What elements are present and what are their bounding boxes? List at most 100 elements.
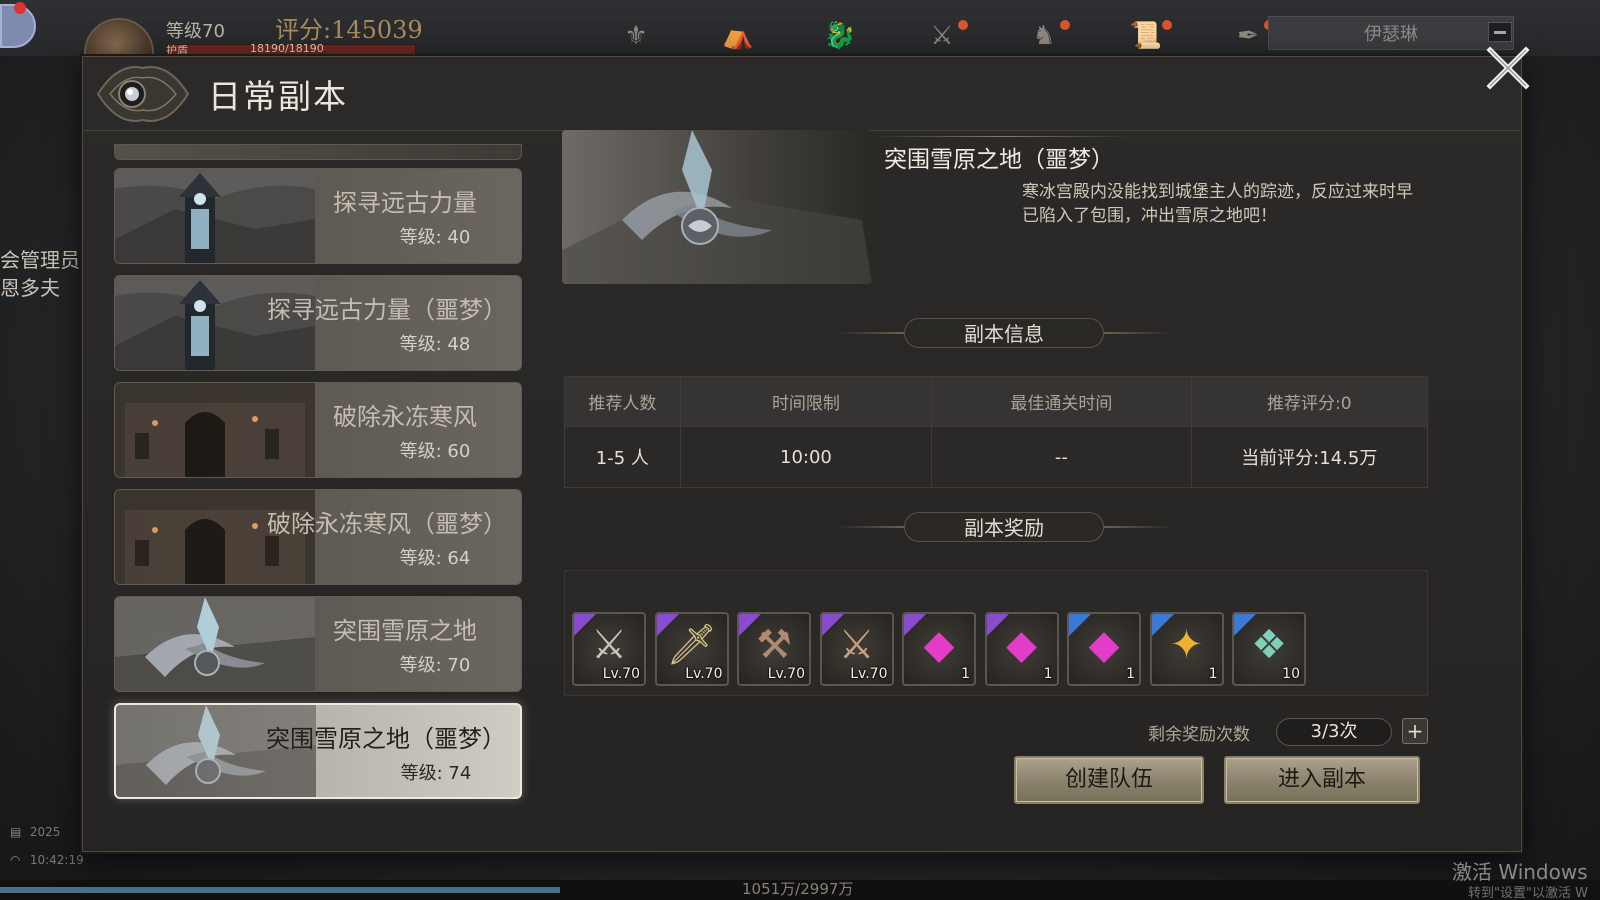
reward-item[interactable]: 🗡 Lv.70	[654, 612, 729, 686]
dungeon-description: 寒冰宫殿内没能找到城堡主人的踪迹，反应过来时早已陷入了包围，冲出雪原之地吧！	[1022, 182, 1413, 226]
dungeon-item-level: 等级: 48	[399, 334, 471, 355]
dungeon-item-name: 破除永冻寒风（噩梦）	[267, 510, 507, 538]
system-info: ▤ 2025 ◠ 10:42:19	[10, 818, 84, 874]
purple-chest-icon: ◆	[1088, 622, 1120, 668]
remaining-rewards-label: 剩余奖励次数	[1148, 725, 1250, 745]
section-ornament-left	[836, 332, 906, 334]
gold-ore-icon: ✦	[1169, 622, 1204, 668]
reward-badge: Lv.70	[767, 666, 805, 682]
reward-item[interactable]: ◆ 1	[902, 612, 976, 686]
header-time-limit: 时间限制	[681, 377, 933, 426]
treasure-chest-icon-glyph: ⚜	[624, 21, 648, 51]
helmet-icon[interactable]: ⚔	[914, 18, 970, 54]
player-name: 伊瑟琳	[1364, 24, 1418, 45]
dungeon-thumbnail	[115, 169, 315, 263]
dungeon-item[interactable]: 破除永冻寒风（噩梦） 等级: 64	[114, 489, 522, 585]
list-item-partial	[114, 144, 522, 160]
reward-badge: 1	[1126, 666, 1135, 682]
treasure-chest-icon[interactable]: ⚜	[608, 18, 664, 54]
purple-chest-icon: ◆	[1006, 622, 1037, 668]
value-party-size: 1-5 人	[565, 427, 681, 487]
reward-item[interactable]: ◆ 1	[984, 612, 1059, 686]
header-recommended-score: 推荐评分:0	[1267, 394, 1352, 414]
notification-dot	[14, 2, 26, 14]
dungeon-item[interactable]: 探寻远古力量 等级: 40	[114, 168, 522, 264]
dungeon-item[interactable]: 突围雪原之地（噩梦） 等级: 74	[114, 703, 522, 799]
reward-badge: 1	[1043, 666, 1053, 682]
dungeon-item-level: 等级: 40	[399, 227, 471, 248]
player-score: 评分:145039	[275, 16, 423, 44]
blade-weapon-icon: ⚔	[838, 622, 875, 668]
reward-section-label: 副本奖励	[904, 512, 1104, 542]
helmet-icon-glyph: ⚔	[930, 21, 954, 51]
dungeon-item-level: 等级: 74	[400, 763, 472, 784]
exp-bar-fill	[0, 887, 560, 893]
reward-item[interactable]: ❖ 10	[1232, 612, 1306, 686]
reward-item[interactable]: ⚔ Lv.70	[572, 612, 646, 686]
reward-item[interactable]: ⚔ Lv.70	[819, 612, 894, 686]
create-team-button[interactable]: 创建队伍	[1014, 756, 1204, 804]
reward-badge: 10	[1282, 666, 1300, 682]
close-icon[interactable]	[1484, 44, 1532, 92]
wifi-icon: ◠	[10, 853, 21, 867]
dungeon-item-name: 突围雪原之地	[333, 617, 477, 645]
title-ornament	[872, 136, 1132, 137]
tent-icon[interactable]: ⛺	[710, 18, 766, 54]
crystal-shard-icon: ❖	[1251, 622, 1287, 668]
scroll-icon[interactable]: 📜	[1118, 18, 1174, 54]
dungeon-item-level: 等级: 64	[399, 548, 471, 569]
scroll-icon-glyph: 📜	[1129, 21, 1163, 51]
shield-value: 18190/18190	[250, 42, 324, 55]
dungeon-item-name: 探寻远古力量（噩梦）	[267, 296, 507, 324]
tent-icon-glyph: ⛺	[721, 21, 755, 51]
dungeon-banner-image	[562, 130, 872, 284]
section-ornament-left	[836, 526, 906, 528]
system-date: 2025	[29, 825, 61, 839]
beast-icon[interactable]: ♞	[1016, 18, 1072, 54]
dragon-icon[interactable]: 🐉	[812, 18, 868, 54]
quill-icon-glyph: ✒	[1237, 21, 1259, 51]
purple-chest-icon: ◆	[923, 622, 955, 668]
dungeon-title: 突围雪原之地（噩梦）	[884, 147, 1114, 173]
notification-dot	[958, 20, 968, 30]
info-table-header: 推荐人数 时间限制 最佳通关时间 推荐评分:0	[565, 377, 1427, 427]
claw-weapon-icon: ⚒	[756, 622, 792, 668]
info-section-label: 副本信息	[904, 318, 1104, 348]
value-current-score: 当前评分:14.5万	[1241, 448, 1378, 469]
reward-badge: Lv.70	[850, 666, 888, 682]
windows-watermark-subtext: 转到"设置"以激活 W	[1468, 886, 1588, 900]
exp-text: 1051万/2997万	[742, 880, 854, 898]
dungeon-list[interactable]: 探寻远古力量 等级: 40 探寻远古力量（噩梦） 等级: 48 破除永冻寒风 等级: 60…	[106, 144, 536, 824]
dungeon-item[interactable]: 破除永冻寒风 等级: 60	[114, 382, 522, 478]
reward-item[interactable]: ✦ 1	[1149, 612, 1224, 686]
minimize-button[interactable]	[1488, 22, 1512, 42]
header-best-time: 最佳通关时间	[932, 377, 1192, 426]
dungeon-item-name: 破除永冻寒风	[333, 403, 477, 431]
reward-badge: Lv.70	[602, 666, 640, 682]
crossbow-weapon-icon: 🗡	[666, 622, 717, 668]
value-time-limit: 10:00	[681, 427, 933, 487]
reward-item[interactable]: ⚒ Lv.70	[737, 612, 811, 686]
dungeon-item-level: 等级: 70	[399, 655, 471, 676]
beast-icon-glyph: ♞	[1032, 21, 1056, 51]
section-ornament-right	[1104, 526, 1174, 528]
dungeon-item-name: 突围雪原之地（噩梦）	[266, 725, 506, 753]
dungeon-info-table: 推荐人数 时间限制 最佳通关时间 推荐评分:0 1-5 人 10:00 -- 当…	[564, 376, 1428, 488]
reward-badge: 1	[1208, 666, 1218, 682]
add-attempts-button[interactable]: +	[1402, 718, 1428, 744]
section-ornament-right	[1104, 332, 1174, 334]
value-best-time: --	[932, 427, 1192, 487]
system-time: 10:42:19	[29, 853, 84, 867]
dungeon-item[interactable]: 探寻远古力量（噩梦） 等级: 48	[114, 275, 522, 371]
player-level: 等级70	[166, 21, 225, 42]
enter-dungeon-button[interactable]: 进入副本	[1224, 756, 1420, 804]
dungeon-item[interactable]: 突围雪原之地等级: 70	[114, 596, 522, 692]
game-screen: 等级70 评分:145039 护盾 18190/18190 ⚜ ⛺ 🐉 ⚔ ♞ 📜 ✒ 伊瑟…	[0, 0, 1600, 900]
dungeon-emblem-icon	[96, 66, 190, 122]
reward-item[interactable]: ◆ 1	[1067, 612, 1141, 686]
calendar-icon: ▤	[10, 825, 22, 839]
gauntlet-weapon-icon: ⚔	[591, 622, 627, 668]
dungeon-thumbnail	[115, 383, 315, 477]
dungeon-thumbnail	[115, 597, 315, 691]
header-party-size: 推荐人数	[565, 377, 681, 426]
